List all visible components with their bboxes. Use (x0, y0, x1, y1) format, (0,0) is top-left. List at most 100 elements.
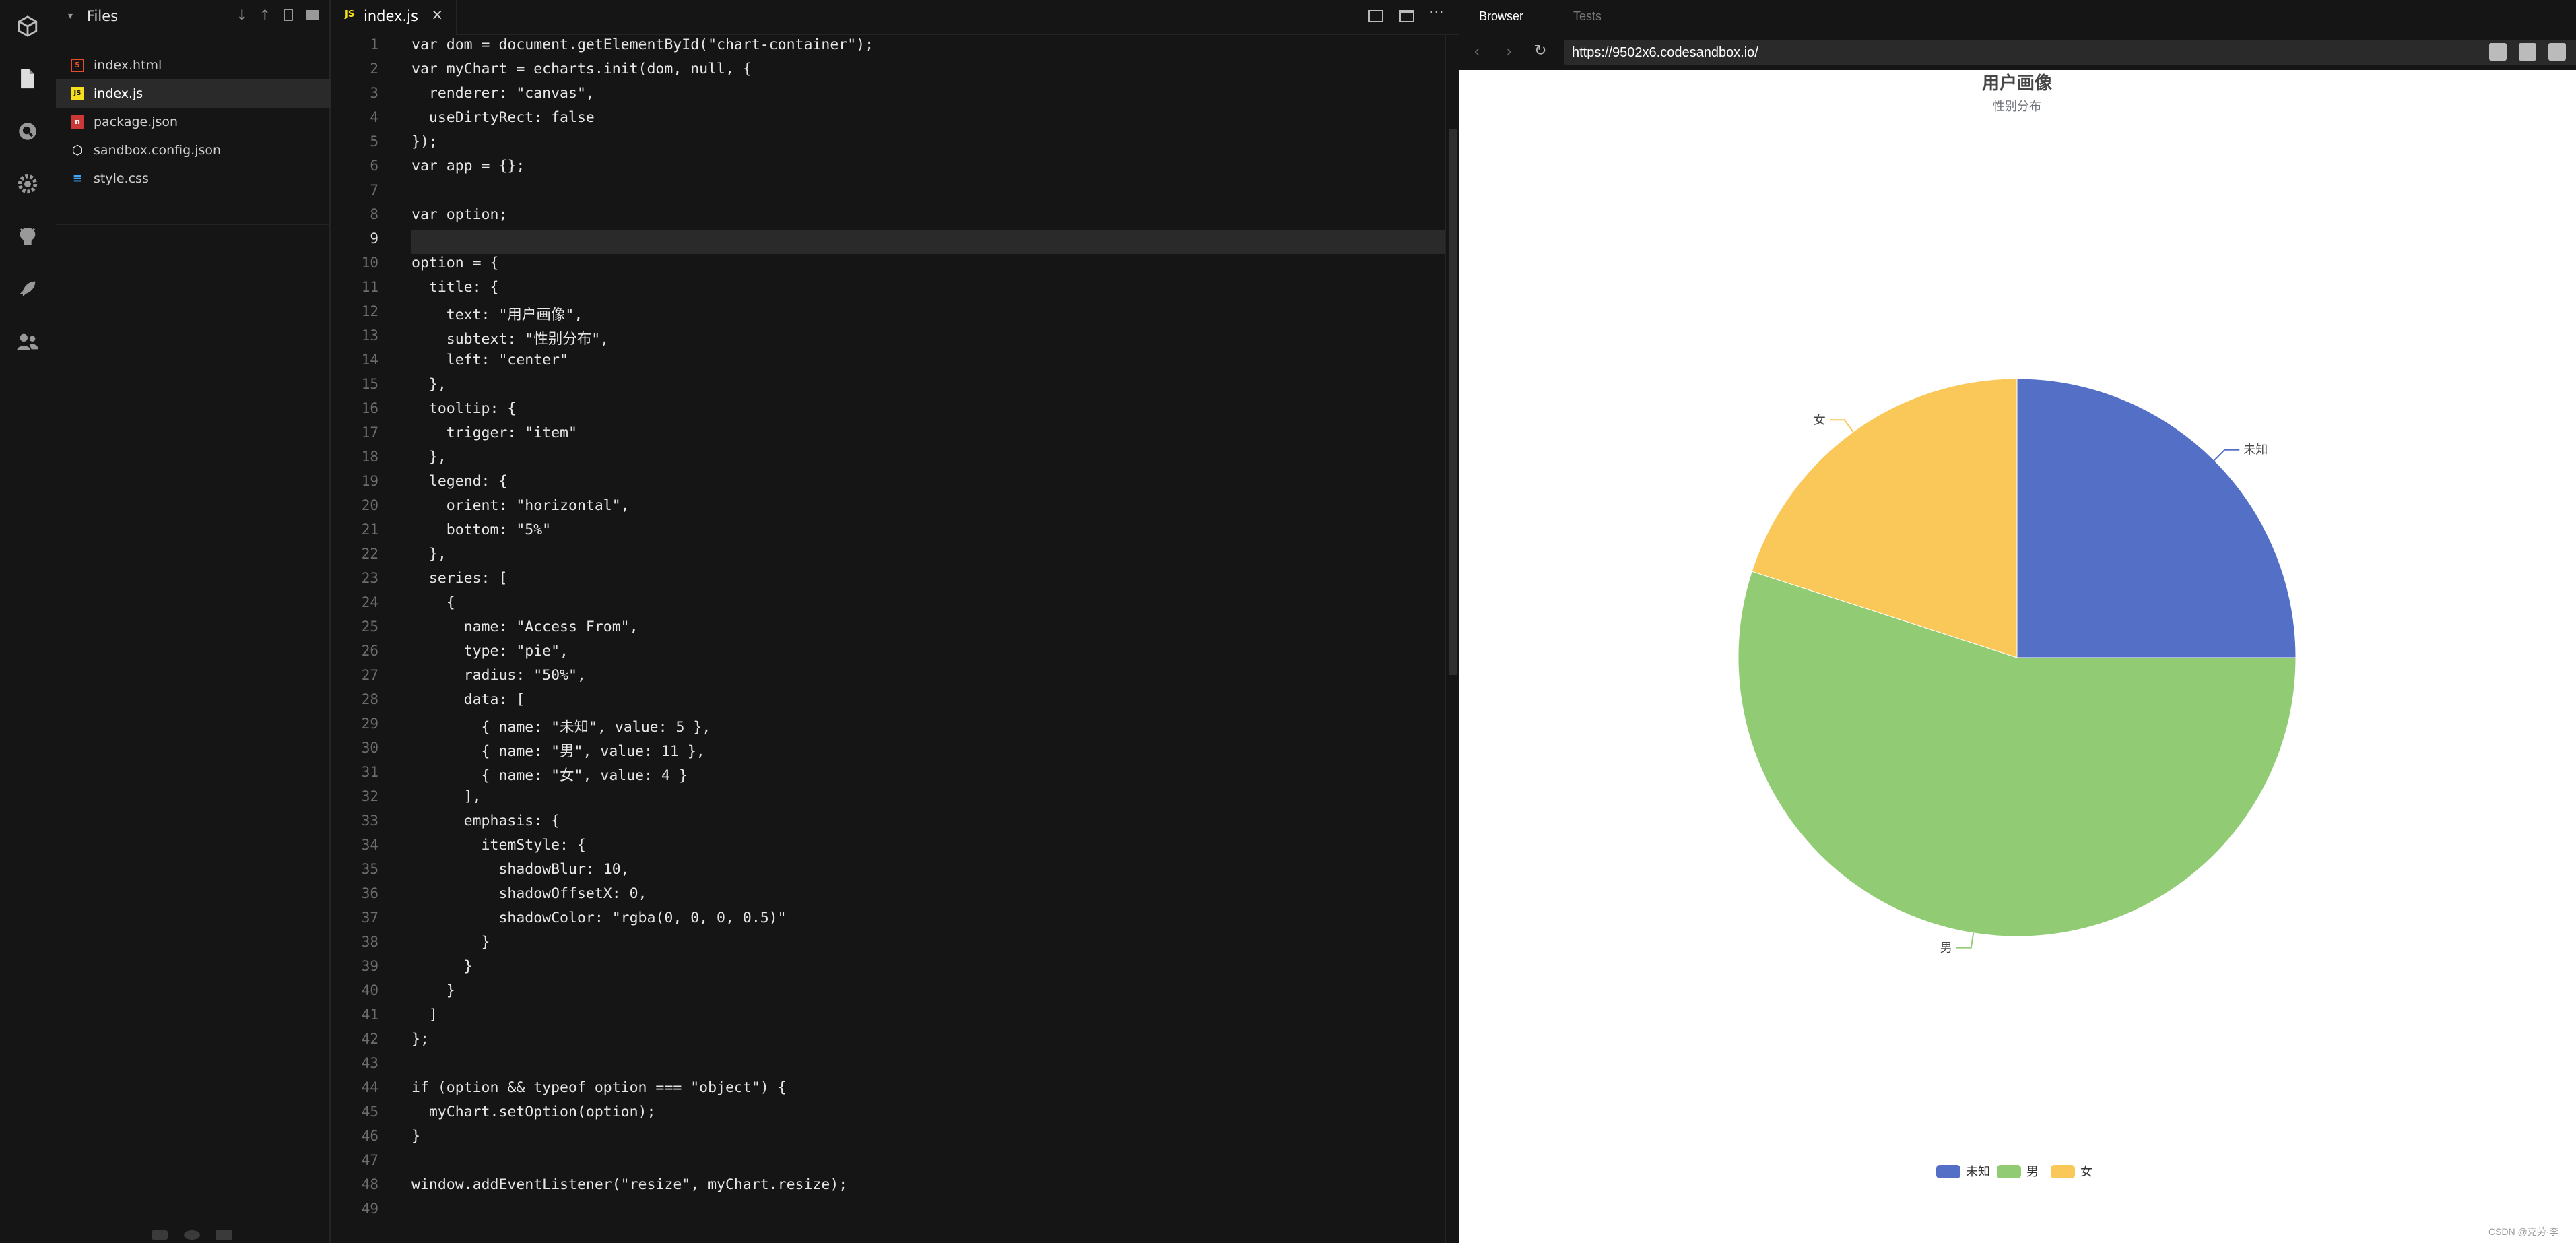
new-file-icon[interactable] (284, 9, 293, 21)
code-line[interactable]: emphasis: { (411, 812, 560, 829)
file-item-sandbox-config-json[interactable]: ⬡ sandbox.config.json (56, 136, 331, 164)
code-line[interactable]: data: [ (411, 691, 525, 708)
code-line[interactable]: useDirtyRect: false (411, 109, 595, 126)
legend-label[interactable]: 未知 (1966, 1165, 1990, 1179)
code-line[interactable]: } (411, 1128, 420, 1145)
search-icon[interactable] (13, 117, 42, 146)
codesandbox-logo-icon[interactable] (13, 12, 42, 40)
line-number: 16 (361, 400, 378, 416)
line-number: 6 (370, 158, 378, 174)
preview-toggle-icon[interactable] (1399, 10, 1414, 22)
github-footer-icon[interactable] (184, 1230, 200, 1240)
code-line[interactable]: var app = {}; (411, 158, 525, 174)
code-line[interactable]: trigger: "item" (411, 424, 577, 441)
editor-scrollbar[interactable] (1445, 35, 1459, 1243)
code-line[interactable]: option = { (411, 255, 498, 272)
line-number: 4 (370, 109, 378, 125)
code-line[interactable]: legend: { (411, 473, 508, 490)
code-line[interactable]: subtext: "性别分布", (411, 327, 609, 348)
tab-index-js[interactable]: JS index.js × (331, 0, 457, 35)
code-line[interactable]: name: "Access From", (411, 618, 638, 635)
code-line[interactable]: orient: "horizontal", (411, 497, 630, 514)
code-line[interactable]: }, (411, 376, 447, 393)
back-arrow-icon[interactable]: ‹ (1474, 42, 1480, 61)
code-line[interactable]: itemStyle: { (411, 837, 586, 854)
more-options-icon[interactable]: ⋯ (1429, 4, 1444, 21)
code-line[interactable]: radius: "50%", (411, 667, 586, 684)
sort-icon[interactable]: ↓ (236, 7, 248, 23)
code-line[interactable]: var myChart = echarts.init(dom, null, { (411, 61, 752, 77)
code-line[interactable]: var option; (411, 206, 507, 223)
upload-icon[interactable]: ↑ (259, 7, 271, 23)
twitter-icon[interactable] (152, 1230, 168, 1240)
code-line[interactable]: type: "pie", (411, 643, 568, 660)
line-number: 43 (361, 1055, 378, 1071)
code-line[interactable]: shadowBlur: 10, (411, 861, 629, 878)
chevron-down-icon[interactable]: ▾ (68, 11, 73, 22)
code-line[interactable]: }, (411, 449, 447, 466)
close-icon[interactable]: × (431, 7, 443, 24)
code-line[interactable]: text: "用户画像", (411, 303, 583, 324)
legend-label[interactable]: 女 (2080, 1165, 2092, 1179)
live-users-icon[interactable] (13, 327, 42, 356)
code-line[interactable]: if (option && typeof option === "object"… (411, 1079, 787, 1096)
split-view-icon[interactable] (1368, 10, 1383, 22)
scrollbar-thumb[interactable] (1449, 129, 1457, 675)
code-line[interactable]: bottom: "5%" (411, 521, 551, 538)
discord-icon[interactable] (216, 1230, 232, 1240)
code-line[interactable]: series: [ (411, 570, 508, 587)
code-line[interactable]: tooltip: { (411, 400, 516, 417)
tab-browser[interactable]: Browser (1479, 9, 1523, 24)
new-window-icon[interactable] (2548, 43, 2566, 61)
line-number: 47 (361, 1152, 378, 1168)
tab-tests[interactable]: Tests (1573, 9, 1601, 24)
code-line[interactable]: shadowOffsetX: 0, (411, 885, 647, 902)
settings-icon[interactable] (13, 170, 42, 198)
code-line[interactable]: shadowColor: "rgba(0, 0, 0, 0.5)" (411, 910, 786, 926)
fullscreen-icon[interactable] (2489, 43, 2507, 61)
line-number: 23 (361, 570, 378, 586)
js-file-icon: JS (71, 87, 84, 100)
line-number: 34 (361, 837, 378, 853)
code-line[interactable]: { name: "未知", value: 5 }, (411, 715, 711, 736)
code-line[interactable]: ] (411, 1007, 438, 1023)
line-number: 17 (361, 424, 378, 441)
code-line[interactable]: left: "center" (411, 352, 568, 369)
code-line[interactable]: { (411, 594, 455, 611)
file-item-style-css[interactable]: ≡ style.css (56, 164, 331, 193)
code-line[interactable]: } (411, 934, 490, 951)
legend-swatch[interactable] (1936, 1165, 1960, 1178)
legend-swatch[interactable] (1997, 1165, 2021, 1178)
legend-label[interactable]: 男 (2026, 1165, 2039, 1179)
code-line[interactable]: myChart.setOption(option); (411, 1104, 656, 1120)
legend-swatch[interactable] (2051, 1165, 2075, 1178)
pie-slice-1[interactable] (2016, 378, 2297, 658)
file-item-index-js[interactable]: JS index.js (56, 79, 331, 108)
open-window-icon[interactable] (2519, 43, 2536, 61)
refresh-icon[interactable]: ↻ (1534, 42, 1546, 59)
code-line[interactable]: { name: "男", value: 11 }, (411, 740, 705, 761)
pie-chart: 用户画像性别分布未知男女未知男女 (1738, 73, 2297, 1179)
code-line[interactable]: } (411, 982, 455, 999)
code-line[interactable]: renderer: "canvas", (411, 85, 595, 102)
code-line[interactable]: ], (411, 788, 482, 805)
files-icon[interactable] (13, 65, 42, 93)
line-number: 42 (361, 1031, 378, 1047)
code-line[interactable]: }; (411, 1031, 429, 1048)
code-line[interactable]: } (411, 958, 473, 975)
file-item-index-html[interactable]: 5 index.html (56, 51, 331, 79)
file-item-package-json[interactable]: n package.json (56, 108, 331, 136)
code-line[interactable]: title: { (411, 279, 499, 296)
code-line[interactable]: window.addEventListener("resize", myChar… (411, 1176, 847, 1193)
code-line[interactable]: { name: "女", value: 4 } (411, 764, 688, 785)
new-folder-icon[interactable] (306, 10, 319, 20)
forward-arrow-icon[interactable]: › (1506, 42, 1513, 61)
codesandbox-file-icon: ⬡ (71, 143, 84, 158)
deploy-rocket-icon[interactable] (13, 275, 42, 303)
code-line[interactable]: }); (411, 133, 438, 150)
code-line[interactable]: }, (411, 546, 447, 563)
github-icon[interactable] (13, 222, 42, 251)
browser-toolbar: ‹ › ↻ https://9502x6.codesandbox.io/ (1459, 35, 2576, 70)
url-input[interactable]: https://9502x6.codesandbox.io/ (1564, 40, 2576, 65)
code-line[interactable]: var dom = document.getElementById("chart… (411, 36, 873, 53)
